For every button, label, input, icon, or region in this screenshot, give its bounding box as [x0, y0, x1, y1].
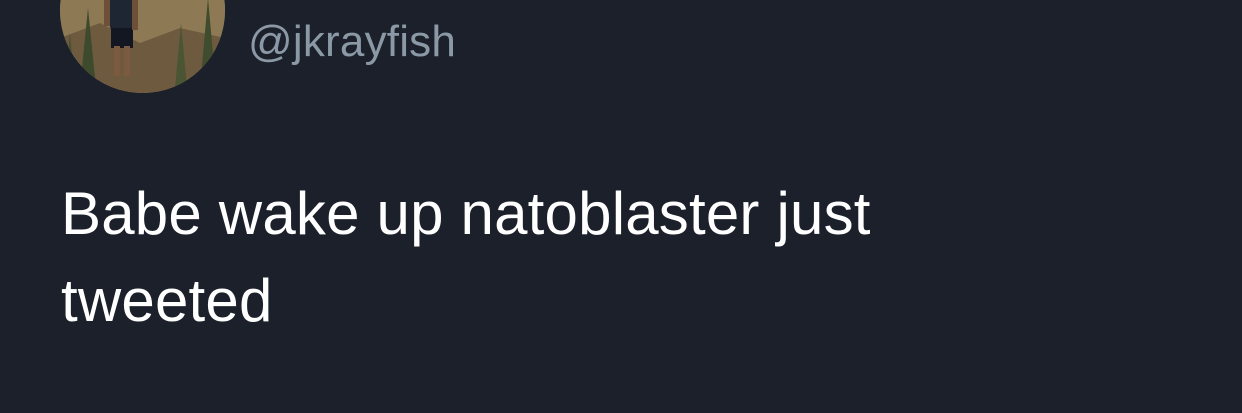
avatar[interactable]: [60, 0, 225, 93]
tweet: @jkrayfish Babe wake up natoblaster just…: [0, 0, 1242, 413]
profile-photo-icon: [60, 0, 225, 93]
tweet-text: Babe wake up natoblaster just tweeted: [61, 180, 871, 334]
author-handle[interactable]: @jkrayfish: [248, 18, 456, 66]
tweet-header: @jkrayfish: [60, 0, 960, 93]
